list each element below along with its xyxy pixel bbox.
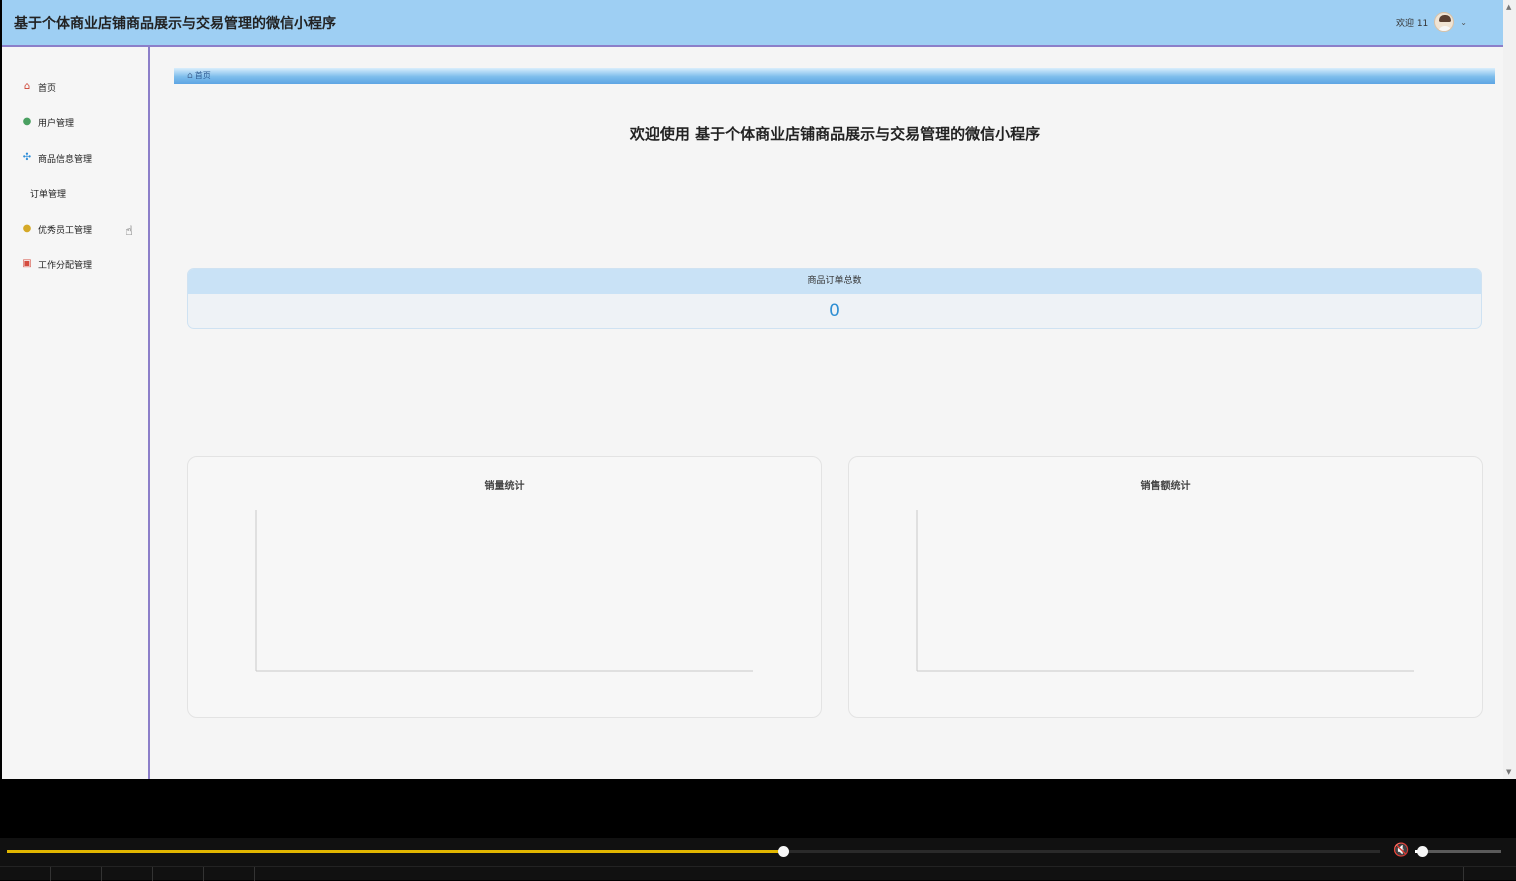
scroll-down-icon[interactable]: ▼ bbox=[1506, 768, 1511, 776]
user-menu[interactable]: 欢迎 11 ⌄ bbox=[1396, 12, 1467, 32]
taskbar-separator bbox=[254, 867, 255, 881]
home-icon: ⌂ bbox=[23, 81, 31, 92]
sidebar: ⌂ 首页 ● 用户管理 ✣ 商品信息管理 订单管理 ● 优秀员工管理 ▣ 工作分… bbox=[2, 47, 150, 779]
mute-volume-icon[interactable]: 🔇 bbox=[1393, 843, 1409, 858]
page-scrollbar[interactable]: ▲ ▼ bbox=[1503, 0, 1516, 779]
chevron-down-icon[interactable]: ⌄ bbox=[1460, 18, 1467, 27]
sidebar-item-label: 商品信息管理 bbox=[38, 154, 93, 165]
video-progress-handle[interactable] bbox=[777, 846, 789, 857]
sidebar-item-label: 工作分配管理 bbox=[38, 260, 93, 271]
scroll-up-icon[interactable]: ▲ bbox=[1506, 3, 1511, 11]
avatar[interactable] bbox=[1434, 12, 1455, 32]
volume-slider[interactable] bbox=[1415, 846, 1501, 857]
app-window: 基于个体商业店铺商品展示与交易管理的微信小程序 欢迎 11 ⌄ ⌂ 首页 ● 用… bbox=[2, 0, 1503, 779]
taskbar-separator bbox=[203, 867, 204, 881]
order-total-card: 商品订单总数 0 bbox=[187, 268, 1482, 329]
sales-volume-chart bbox=[255, 510, 753, 672]
user-icon: ● bbox=[22, 116, 32, 127]
sidebar-item-product-info[interactable]: ✣ 商品信息管理 bbox=[22, 149, 92, 167]
briefcase-icon: ▣ bbox=[22, 258, 32, 269]
top-header: 基于个体商业店铺商品展示与交易管理的微信小程序 欢迎 11 ⌄ bbox=[2, 0, 1503, 47]
hand-cursor-icon: ☝ bbox=[125, 224, 133, 239]
breadcrumb-home-label: 首页 bbox=[194, 71, 211, 80]
video-progress-slider[interactable] bbox=[7, 846, 1380, 857]
sidebar-item-label: 优秀员工管理 bbox=[38, 225, 93, 236]
order-total-label: 商品订单总数 bbox=[188, 269, 1481, 294]
taskbar-separator bbox=[152, 867, 153, 881]
sales-amount-chart bbox=[916, 510, 1414, 672]
volume-handle[interactable] bbox=[1416, 846, 1428, 857]
sidebar-item-home[interactable]: ⌂ 首页 bbox=[22, 78, 56, 96]
sidebar-item-label: 订单管理 bbox=[30, 189, 67, 200]
taskbar-separator bbox=[50, 867, 51, 881]
breadcrumb-home-icon: ⌂ bbox=[187, 70, 193, 81]
video-progress-fill bbox=[7, 850, 783, 853]
taskbar-separator bbox=[1463, 867, 1464, 881]
taskbar bbox=[0, 866, 1516, 881]
medal-icon: ● bbox=[22, 223, 32, 234]
page-title: 欢迎使用 基于个体商业店铺商品展示与交易管理的微信小程序 bbox=[629, 125, 1041, 143]
app-title: 基于个体商业店铺商品展示与交易管理的微信小程序 bbox=[14, 16, 336, 32]
sales-volume-chart-card: 销量统计 bbox=[187, 456, 822, 718]
order-total-value: 0 bbox=[829, 301, 840, 321]
welcome-user-text: 欢迎 11 bbox=[1395, 18, 1429, 29]
sidebar-item-work-assignment[interactable]: ▣ 工作分配管理 bbox=[22, 255, 92, 273]
grid-icon: ✣ bbox=[22, 152, 32, 163]
taskbar-separator bbox=[101, 867, 102, 881]
sales-amount-chart-card: 销售额统计 bbox=[848, 456, 1483, 718]
breadcrumb-bar: ⌂ 首页 bbox=[174, 68, 1495, 84]
sidebar-item-label: 用户管理 bbox=[38, 118, 75, 129]
sidebar-item-label: 首页 bbox=[38, 83, 57, 94]
sidebar-item-user-management[interactable]: ● 用户管理 bbox=[22, 113, 74, 131]
sidebar-item-order-management[interactable]: 订单管理 bbox=[30, 184, 66, 202]
sidebar-item-excellent-employee[interactable]: ● 优秀员工管理 bbox=[22, 220, 92, 238]
breadcrumb[interactable]: ⌂ 首页 bbox=[187, 70, 211, 81]
